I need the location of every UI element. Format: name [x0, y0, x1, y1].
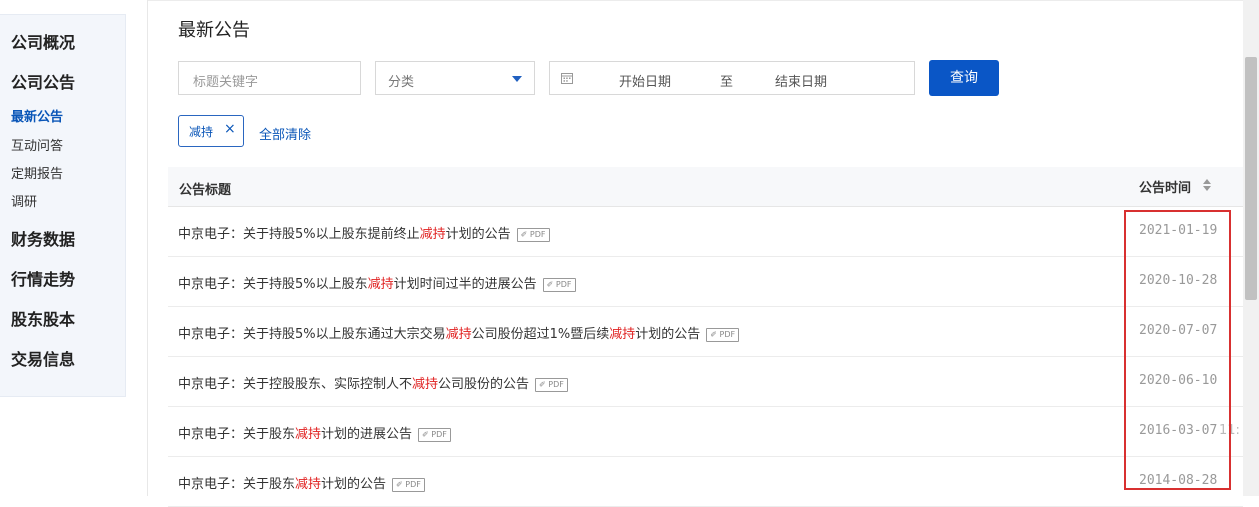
- title-text: 公司股份的公告: [438, 377, 530, 392]
- column-header-title: 公告标题: [179, 183, 232, 198]
- filter-tag: 减持 ×: [178, 115, 244, 147]
- keyword-highlight: 减持: [295, 477, 322, 492]
- pdf-label: PDF: [529, 229, 546, 239]
- title-text: 计划的公告: [445, 227, 511, 242]
- table-row[interactable]: 中京电子：关于控股股东、实际控制人不减持公司股份的公告 ✐ PDF 2020-06…: [168, 357, 1243, 407]
- title-text: 中京电子：关于持股5%以上股东提前终止: [178, 227, 420, 242]
- sidebar-item-latest-announcements[interactable]: 最新公告: [11, 106, 63, 125]
- title-text: 计划的公告: [635, 327, 701, 342]
- announcement-title-link[interactable]: 中京电子：关于持股5%以上股东提前终止减持计划的公告 ✐ PDF: [178, 223, 550, 242]
- title-text: 中京电子：关于股东: [178, 477, 296, 492]
- sidebar-item-financial-data[interactable]: 财务数据: [11, 226, 75, 250]
- table-row[interactable]: 中京电子：关于股东减持计划的进展公告 ✐ PDF 2016-03-07 11:: [168, 407, 1243, 457]
- title-text: 计划时间过半的进展公告: [393, 277, 537, 292]
- page-title: 最新公告: [178, 20, 250, 41]
- table-row[interactable]: 中京电子：关于持股5%以上股东减持计划时间过半的进展公告 ✐ PDF 2020-1…: [168, 257, 1243, 307]
- announcement-title-link[interactable]: 中京电子：关于股东减持计划的进展公告 ✐ PDF: [178, 423, 451, 442]
- calendar-icon: [561, 73, 573, 84]
- date-range-picker[interactable]: 开始日期 至 结束日期: [549, 61, 915, 95]
- pdf-icon[interactable]: ✐ PDF: [392, 477, 425, 492]
- pdf-label: PDF: [555, 279, 572, 289]
- announcement-title-link[interactable]: 中京电子：关于股东减持计划的公告 ✐ PDF: [178, 473, 425, 492]
- column-header-time[interactable]: 公告时间: [1139, 177, 1191, 196]
- announcement-date: 2020-10-28: [1139, 273, 1218, 288]
- sidebar: 公司概况 公司公告 最新公告 互动问答 定期报告 调研 财务数据 行情走势 股东…: [0, 14, 126, 397]
- pdf-icon[interactable]: ✐ PDF: [418, 427, 451, 442]
- date-separator: 至: [720, 75, 734, 90]
- announcement-date: 2020-06-10: [1139, 373, 1218, 388]
- title-text: 中京电子：关于控股股东、实际控制人不: [178, 377, 413, 392]
- sidebar-item-interactive-qa[interactable]: 互动问答: [11, 135, 63, 154]
- filter-tag-label: 减持: [189, 125, 214, 139]
- announcement-title-link[interactable]: 中京电子：关于持股5%以上股东通过大宗交易减持公司股份超过1%暨后续减持计划的公…: [178, 323, 740, 342]
- pdf-icon[interactable]: ✐ PDF: [516, 227, 550, 242]
- announcement-title-link[interactable]: 中京电子：关于控股股东、实际控制人不减持公司股份的公告 ✐ PDF: [178, 373, 568, 392]
- query-button[interactable]: 查询: [929, 60, 999, 96]
- category-select[interactable]: 分类: [375, 61, 535, 95]
- title-text: 计划的公告: [321, 477, 387, 492]
- table-row[interactable]: 中京电子：关于股东减持计划的公告 ✐ PDF 2014-08-28: [168, 457, 1243, 507]
- sidebar-item-research[interactable]: 调研: [11, 191, 37, 210]
- category-placeholder: 分类: [388, 75, 415, 90]
- sidebar-item-company-announcements[interactable]: 公司公告: [11, 69, 75, 93]
- title-text: 中京电子：关于持股5%以上股东: [178, 277, 368, 292]
- announcement-date: 2021-01-19: [1139, 223, 1218, 238]
- sort-icon[interactable]: [1202, 178, 1212, 192]
- pdf-label: PDF: [548, 379, 564, 389]
- announcement-title-link[interactable]: 中京电子：关于持股5%以上股东减持计划时间过半的进展公告 ✐ PDF: [178, 273, 576, 292]
- keyword-highlight: 减持: [445, 327, 472, 342]
- announcement-time-fragment: 11:: [1219, 423, 1240, 438]
- title-text: 中京电子：关于股东: [178, 427, 296, 442]
- clear-all-link[interactable]: 全部清除: [259, 124, 311, 143]
- sidebar-item-periodic-reports[interactable]: 定期报告: [11, 163, 63, 182]
- announcement-date: 2020-07-07: [1139, 323, 1218, 338]
- sidebar-item-trading-info[interactable]: 交易信息: [11, 346, 75, 370]
- pdf-label: PDF: [431, 429, 447, 439]
- close-icon[interactable]: ×: [224, 121, 236, 137]
- announcement-date: 2016-03-07: [1139, 423, 1218, 438]
- keyword-highlight: 减持: [609, 327, 636, 342]
- table-header: 公告标题 公告时间: [168, 167, 1243, 207]
- pdf-label: PDF: [405, 479, 421, 489]
- top-divider: [148, 0, 1245, 1]
- title-text: 中京电子：关于持股5%以上股东通过大宗交易: [178, 327, 446, 342]
- scrollbar-thumb[interactable]: [1245, 57, 1257, 300]
- announcement-date: 2014-08-28: [1139, 473, 1218, 488]
- keyword-highlight: 减持: [295, 427, 322, 442]
- pdf-icon[interactable]: ✐ PDF: [706, 327, 740, 342]
- sidebar-item-company-overview[interactable]: 公司概况: [11, 29, 75, 53]
- keyword-highlight: 减持: [419, 227, 446, 242]
- pdf-icon[interactable]: ✐ PDF: [542, 277, 576, 292]
- keyword-placeholder: 标题关键字: [193, 75, 259, 90]
- end-date-field[interactable]: 结束日期: [775, 71, 827, 90]
- sidebar-item-market-trend[interactable]: 行情走势: [11, 266, 75, 290]
- pdf-label: PDF: [719, 329, 736, 339]
- start-date-field[interactable]: 开始日期: [619, 71, 671, 90]
- table-row[interactable]: 中京电子：关于持股5%以上股东提前终止减持计划的公告 ✐ PDF 2021-01-…: [168, 207, 1243, 257]
- content-divider: [147, 0, 148, 496]
- table-row[interactable]: 中京电子：关于持股5%以上股东通过大宗交易减持公司股份超过1%暨后续减持计划的公…: [168, 307, 1243, 357]
- title-text: 公司股份超过1%暨后续: [471, 327, 610, 342]
- keyword-input[interactable]: 标题关键字: [178, 61, 361, 95]
- title-text: 计划的进展公告: [321, 427, 413, 442]
- keyword-highlight: 减持: [412, 377, 439, 392]
- keyword-highlight: 减持: [367, 277, 394, 292]
- chevron-down-icon: [512, 76, 522, 82]
- pdf-icon[interactable]: ✐ PDF: [535, 377, 568, 392]
- sidebar-item-shareholders[interactable]: 股东股本: [11, 306, 75, 330]
